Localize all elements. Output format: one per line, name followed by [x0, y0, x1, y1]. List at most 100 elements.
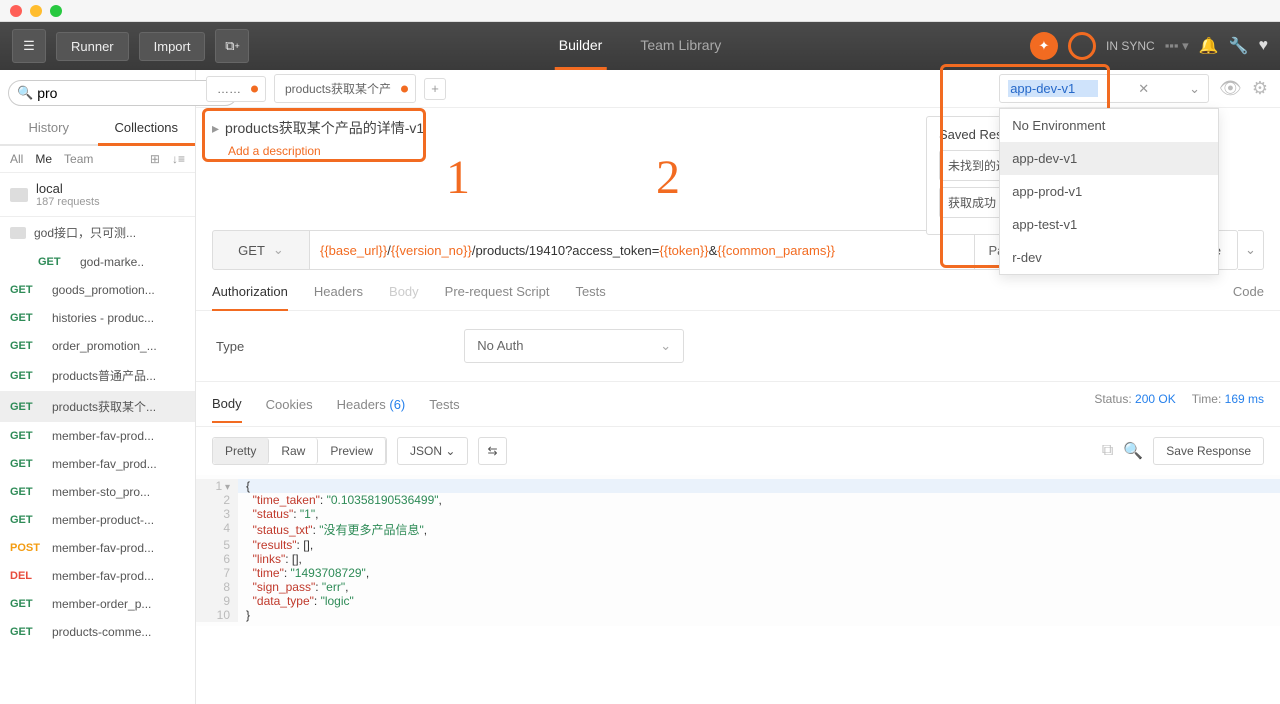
runner-button[interactable]: Runner — [56, 32, 129, 61]
resp-tab-cookies[interactable]: Cookies — [266, 397, 313, 422]
tab-headers[interactable]: Headers — [314, 284, 363, 310]
request-name: member-fav-prod... — [52, 429, 187, 443]
filter-all[interactable]: All — [10, 152, 23, 166]
resp-tab-body[interactable]: Body — [212, 396, 242, 423]
code-link[interactable]: Code — [1233, 284, 1264, 310]
wrench-icon[interactable]: 🔧 — [1229, 36, 1249, 56]
search-response-icon[interactable]: 🔍 — [1123, 441, 1143, 461]
request-name: member-order_p... — [52, 597, 187, 611]
resp-tab-headers[interactable]: Headers (6) — [337, 397, 406, 422]
environment-dropdown: No Environmentapp-dev-v1app-prod-v1app-t… — [999, 108, 1219, 275]
mac-min[interactable] — [30, 5, 42, 17]
request-item[interactable]: GETmember-sto_pro... — [0, 478, 195, 506]
sidebar: 🔍 ✕ History Collections All Me Team ⊞ ↓≡… — [0, 70, 196, 704]
tab-team-library[interactable]: Team Library — [636, 23, 725, 70]
request-tab[interactable]: products获取某个产 — [274, 74, 416, 103]
resp-tab-tests[interactable]: Tests — [429, 397, 459, 422]
auth-type-select[interactable]: No Auth⌄ — [464, 329, 684, 363]
bell-icon[interactable]: 🔔 — [1199, 36, 1219, 56]
method-label: GET — [10, 370, 44, 382]
request-item[interactable]: DEL member-fav-prod... — [0, 562, 195, 590]
collection-count: 187 requests — [36, 196, 100, 208]
sidebar-tab-history[interactable]: History — [0, 112, 98, 144]
search-input[interactable] — [37, 85, 218, 101]
request-item[interactable]: GETproducts-comme... — [0, 618, 195, 646]
tab-tests[interactable]: Tests — [575, 284, 605, 310]
filter-team[interactable]: Team — [64, 152, 93, 166]
format-select[interactable]: JSON ⌄ — [397, 437, 468, 465]
view-pretty[interactable]: Pretty — [213, 438, 269, 464]
app-toolbar: ☰ Runner Import ⧉+ Builder Team Library … — [0, 22, 1280, 70]
method-label: GET — [10, 284, 44, 296]
request-item[interactable]: GETgoods_promotion... — [0, 276, 195, 304]
tab-body[interactable]: Body — [389, 284, 419, 310]
method-label: GET — [10, 626, 44, 638]
user-menu[interactable]: ▪▪▪ ▾ — [1165, 38, 1189, 54]
request-item[interactable]: GETmember-product-... — [0, 506, 195, 534]
method-label: POST — [10, 542, 44, 554]
request-item[interactable]: GETorder_promotion_... — [0, 332, 195, 360]
eye-icon[interactable]: 👁 — [1219, 78, 1242, 99]
method-label: DEL — [10, 570, 44, 582]
sidebar-tab-collections[interactable]: Collections — [98, 112, 196, 146]
collapse-icon[interactable]: ▸ — [212, 120, 219, 137]
new-tab-icon[interactable]: ⧉+ — [215, 29, 249, 63]
add-tab-button[interactable]: + — [424, 78, 446, 100]
environment-select[interactable]: ✕ ⌄ — [999, 74, 1209, 103]
request-item[interactable]: GETmember-fav_prod... — [0, 450, 195, 478]
environment-option[interactable]: app-dev-v1 — [1000, 142, 1218, 175]
request-item[interactable]: GET god-marke.. — [0, 248, 195, 276]
tab-authorization[interactable]: Authorization — [212, 284, 288, 311]
filter-me[interactable]: Me — [35, 152, 52, 166]
request-tab[interactable]: …… — [206, 76, 266, 102]
save-dropdown[interactable]: ⌄ — [1238, 230, 1264, 270]
mac-max[interactable] — [50, 5, 62, 17]
request-item[interactable]: GEThistories - produc... — [0, 304, 195, 332]
request-item[interactable]: GETmember-order_p... — [0, 590, 195, 618]
tab-builder[interactable]: Builder — [555, 23, 607, 70]
sort-icon[interactable]: ↓≡ — [172, 152, 185, 166]
add-collection-icon[interactable]: ⊞ — [150, 152, 160, 166]
env-clear-icon[interactable]: ✕ — [1138, 81, 1149, 97]
method-label: GET — [38, 256, 72, 268]
request-item[interactable]: GETproducts普通产品... — [0, 360, 195, 391]
chevron-down-icon[interactable]: ⌄ — [1189, 81, 1200, 97]
method-label: GET — [10, 514, 44, 526]
search-icon: 🔍 — [17, 85, 33, 101]
environment-option[interactable]: r-dev — [1000, 241, 1218, 274]
response-body[interactable]: 1{2 "time_taken": "0.10358190536499",3 "… — [196, 475, 1280, 626]
save-response-button[interactable]: Save Response — [1153, 437, 1264, 465]
heart-icon[interactable]: ♥ — [1259, 37, 1269, 55]
environment-option[interactable]: app-test-v1 — [1000, 208, 1218, 241]
mac-close[interactable] — [10, 5, 22, 17]
import-button[interactable]: Import — [139, 32, 206, 61]
view-preview[interactable]: Preview — [318, 438, 386, 464]
request-item[interactable]: POST member-fav-prod... — [0, 534, 195, 562]
environment-option[interactable]: No Environment — [1000, 109, 1218, 142]
tab-prerequest[interactable]: Pre-request Script — [445, 284, 550, 310]
environment-option[interactable]: app-prod-v1 — [1000, 175, 1218, 208]
sync-status-icon[interactable]: ✦ — [1030, 32, 1058, 60]
request-item[interactable]: GETmember-fav-prod... — [0, 422, 195, 450]
avatar-icon[interactable] — [1068, 32, 1096, 60]
wrap-icon[interactable]: ⇆ — [478, 437, 506, 465]
request-name: member-fav-prod... — [52, 569, 187, 583]
request-name: god-marke.. — [80, 255, 187, 269]
method-label: GET — [10, 340, 44, 352]
request-item[interactable]: GETproducts获取某个... — [0, 391, 195, 422]
copy-icon[interactable]: ⧉ — [1102, 442, 1113, 460]
sidebar-toggle-icon[interactable]: ☰ — [12, 29, 46, 63]
method-label: GET — [10, 458, 44, 470]
environment-input[interactable] — [1008, 80, 1098, 97]
collection-header[interactable]: local 187 requests — [0, 173, 195, 217]
folder-item[interactable]: god接口，只可测... — [0, 217, 195, 248]
add-description-link[interactable]: Add a description — [228, 144, 321, 158]
request-name: products获取某个... — [52, 398, 187, 415]
method-select[interactable]: GET⌄ — [212, 230, 310, 270]
url-input[interactable]: {{base_url}}/{{version_no}}/products/194… — [310, 230, 975, 270]
request-name: histories - produc... — [52, 311, 187, 325]
view-raw[interactable]: Raw — [269, 438, 318, 464]
request-title: products获取某个产品的详情-v1 — [225, 118, 424, 138]
gear-icon[interactable]: ⚙ — [1252, 78, 1268, 99]
request-name: member-fav-prod... — [52, 541, 187, 555]
